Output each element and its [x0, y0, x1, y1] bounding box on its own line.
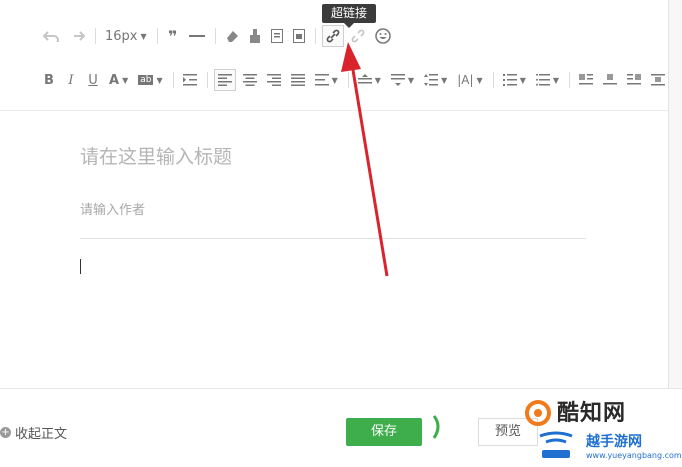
watermark-brand: 酷知网	[557, 401, 627, 426]
watermark-url: www.yueyangbang.com	[586, 451, 682, 460]
collapse-label: 收起正文	[15, 427, 68, 442]
watermark-subbrand: 越手游网	[586, 434, 642, 450]
plus-circle-icon: +	[0, 427, 11, 438]
collapse-body-button[interactable]: + 收起正文	[0, 423, 67, 442]
save-button[interactable]: 保存	[346, 418, 422, 446]
